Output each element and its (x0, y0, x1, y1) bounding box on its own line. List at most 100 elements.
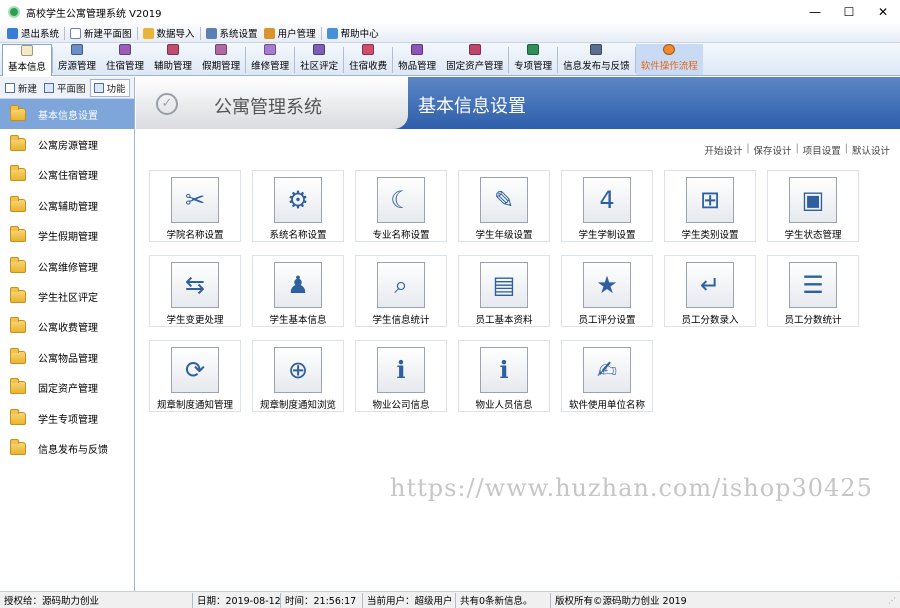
menu-help-center[interactable]: 帮助中心 (324, 25, 382, 42)
sidebar-item[interactable]: 固定资产管理 (0, 373, 134, 403)
function-card[interactable]: ♟ 学生基本信息 (252, 255, 344, 327)
function-card[interactable]: ✎ 学生年级设置 (458, 170, 550, 242)
tab-fees[interactable]: 住宿收费 (344, 44, 392, 75)
sidebar-item[interactable]: 学生社区评定 (0, 281, 134, 311)
function-card[interactable]: ⇆ 学生变更处理 (149, 255, 241, 327)
menu-user-management[interactable]: 用户管理 (261, 25, 319, 42)
function-card[interactable]: ℹ 物业公司信息 (355, 340, 447, 412)
function-card[interactable]: ↵ 员工分数录入 (664, 255, 756, 327)
folder-icon (10, 378, 26, 395)
tab-auxiliary[interactable]: 辅助管理 (149, 44, 197, 75)
function-card[interactable]: ⚙ 系统名称设置 (252, 170, 344, 242)
sidebar-item[interactable]: 公寓维修管理 (0, 251, 134, 281)
start-design-link[interactable]: 开始设计 (704, 143, 742, 157)
card-icon: ▤ (480, 262, 528, 308)
sidebar-item[interactable]: 公寓物品管理 (0, 342, 134, 372)
status-time: 时间：21:56:17 (281, 592, 363, 608)
sidebar-item[interactable]: 公寓辅助管理 (0, 190, 134, 220)
card-label: 员工分数录入 (681, 315, 739, 326)
folder-icon (10, 226, 26, 243)
sidebar-item[interactable]: 信息发布与反馈 (0, 433, 134, 463)
menu-new-floorplan[interactable]: 新建平面图 (67, 25, 135, 42)
sidebar-item[interactable]: 公寓住宿管理 (0, 160, 134, 190)
card-label: 员工基本资料 (475, 315, 533, 326)
project-settings-link[interactable]: 项目设置 (803, 143, 841, 157)
check-circle-icon: ✓ (156, 93, 178, 115)
function-card[interactable]: ☰ 员工分数统计 (767, 255, 859, 327)
sidebar-item[interactable]: 学生专项管理 (0, 403, 134, 433)
tab-maintenance[interactable]: 维修管理 (246, 44, 294, 75)
function-card[interactable]: ★ 员工评分设置 (561, 255, 653, 327)
tab-publish-feedback[interactable]: 信息发布与反馈 (558, 44, 635, 75)
folder-icon (10, 347, 26, 364)
resize-grip-icon[interactable]: ⋰ (888, 596, 898, 606)
tab-functions[interactable]: 功能 (89, 78, 130, 97)
folder-icon (10, 287, 26, 304)
function-card[interactable]: ⊞ 学生类别设置 (664, 170, 756, 242)
close-button[interactable]: ✕ (866, 0, 900, 24)
function-card[interactable]: ✍ 软件使用单位名称 (561, 340, 653, 412)
list-icon (93, 82, 104, 93)
folder-icon (10, 165, 26, 182)
wrench-icon (205, 27, 217, 39)
gear-icon: ⚙ (274, 177, 322, 223)
sidebar-item-label: 公寓物品管理 (38, 353, 98, 365)
card-label: 学院名称设置 (166, 230, 224, 241)
function-card[interactable]: ▣ 学生状态管理 (767, 170, 859, 242)
design-actions: 开始设计 | 保存设计 | 项目设置 | 默认设计 (704, 143, 890, 157)
function-card[interactable]: ▤ 员工基本资料 (458, 255, 550, 327)
folder-icon (10, 408, 26, 425)
status-license: 授权给：源码助力创业 (0, 592, 193, 608)
function-card[interactable]: ⟳ 规章制度通知管理 (149, 340, 241, 412)
sidebar-item[interactable]: 学生假期管理 (0, 221, 134, 251)
tab-special[interactable]: 专项管理 (509, 44, 557, 75)
card-label: 学生学制设置 (578, 230, 636, 241)
sidebar-item-label: 公寓房源管理 (38, 141, 98, 153)
tab-fixed-assets[interactable]: 固定资产管理 (441, 44, 508, 75)
card-label: 学生状态管理 (784, 230, 842, 241)
tab-items[interactable]: 物品管理 (393, 44, 441, 75)
chart-icon (468, 44, 481, 55)
folder-icon (10, 135, 26, 152)
tab-holiday[interactable]: 假期管理 (197, 44, 245, 75)
bed-icon (119, 44, 132, 55)
grid-icon (44, 82, 55, 93)
menu-system-settings[interactable]: 系统设置 (203, 25, 261, 42)
tab-accommodation[interactable]: 住宿管理 (101, 44, 149, 75)
message-icon (590, 44, 603, 55)
sidebar-item[interactable]: 公寓房源管理 (0, 129, 134, 159)
card-label: 规章制度通知浏览 (259, 400, 336, 411)
function-card[interactable]: ☾ 专业名称设置 (355, 170, 447, 242)
save-design-link[interactable]: 保存设计 (754, 143, 792, 157)
status-user: 当前用户：超级用户 (363, 592, 456, 608)
tab-housing[interactable]: 房源管理 (53, 44, 101, 75)
tab-floorplan[interactable]: 平面图 (41, 79, 89, 97)
menu-data-import[interactable]: 数据导入 (140, 25, 198, 42)
function-card[interactable]: 4 学生学制设置 (561, 170, 653, 242)
menu-exit[interactable]: 退出系统 (4, 25, 62, 42)
maximize-button[interactable]: ☐ (832, 0, 866, 24)
function-card[interactable]: ℹ 物业人员信息 (458, 340, 550, 412)
sidebar-item[interactable]: 基本信息设置 (0, 99, 134, 130)
default-design-link[interactable]: 默认设计 (852, 143, 890, 157)
grid-icon (215, 44, 228, 55)
hierarchy-icon: ⊞ (686, 177, 734, 223)
star-icon: ★ (583, 262, 631, 308)
sidebar-item-label: 公寓辅助管理 (38, 201, 98, 213)
tab-software-guide[interactable]: 软件操作流程 (635, 44, 703, 75)
nav-list: 基本信息设置公寓房源管理公寓住宿管理公寓辅助管理学生假期管理 公寓维修管理 学生社区… (0, 99, 134, 464)
building-icon (71, 44, 84, 55)
function-card[interactable]: ⊕ 规章制度通知浏览 (252, 340, 344, 412)
tab-community[interactable]: 社区评定 (295, 44, 343, 75)
banner-title: 公寓管理系统 (214, 97, 322, 118)
tab-new[interactable]: 新建 (2, 79, 40, 97)
function-card[interactable]: ⌕ 学生信息统计 (355, 255, 447, 327)
tab-basic-info[interactable]: 基本信息 (2, 44, 53, 76)
repair-icon (264, 44, 277, 55)
minimize-button[interactable]: — (798, 0, 832, 24)
function-card[interactable]: ✂ 学院名称设置 (149, 170, 241, 242)
card-label: 员工分数统计 (784, 315, 842, 326)
menu-bar: 退出系统 新建平面图 数据导入 系统设置 用户管理 帮助中心 (0, 24, 900, 43)
person-icon: ♟ (274, 262, 322, 308)
sidebar-item[interactable]: 公寓收费管理 (0, 312, 134, 342)
